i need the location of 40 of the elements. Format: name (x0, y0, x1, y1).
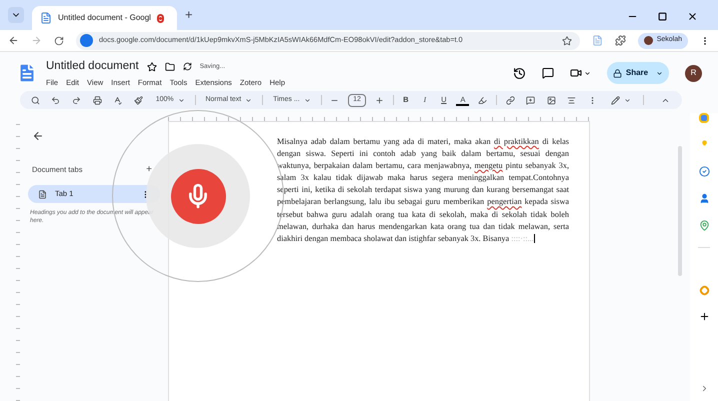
tab-search-button[interactable] (8, 7, 24, 23)
maps-icon (698, 220, 710, 231)
caret-icon (178, 96, 185, 104)
caret-icon (656, 70, 664, 76)
maximize-icon (658, 12, 667, 21)
add-tab-button[interactable]: + (146, 162, 152, 177)
site-info-icon (80, 34, 93, 47)
caret-icon (304, 96, 311, 104)
star-icon (146, 62, 157, 72)
document-paragraph[interactable]: Misalnya adab dalam bertamu yang ada di materi, maka akan di praktikkan di kelas dengan siswa. Seperti ini contoh adab yang baik dalam bertamu, sesuai dengan waktunya, berpakaian dalam bertamu, cara menjawabnya, mengetu pintu sebanyak 3x, salam 3x kalau tidak dijawab maka harus segera meninggalkan tempat.Contohnya seperti ini, ketika di sekolah terdapat siswa yang murung dan kurang bersemangat saat pembelajaran berlangsung, lalu ibu sebagai guru memberikan pengertian kepada siswa tersebut bahwa guru adalah orang tua kata di sekolah, maka di sekolah tidak boleh melawan, durhaka dan harus mendengarkan kata orang tua dan tidak melawan, serta diakhiri dengan membaca sholawat dan istighfar sebanyak 3x. Bisanya ::::·::... (277, 136, 569, 245)
history-icon (513, 66, 526, 80)
tab-title: Untitled document - Googl (58, 12, 151, 24)
contacts-icon (698, 193, 710, 204)
folder-icon (164, 62, 175, 72)
docs-icon (40, 12, 52, 24)
extension-icon (592, 35, 603, 46)
comments-icon (542, 67, 554, 79)
lock-icon (612, 68, 622, 78)
back-arrow-icon (32, 130, 44, 142)
add-addon-icon (698, 311, 710, 322)
share-button[interactable]: Share (607, 62, 669, 84)
bookmark-star-icon (562, 36, 572, 46)
sync-icon (182, 62, 192, 72)
caret-icon (624, 96, 631, 104)
new-tab-button[interactable]: + (185, 4, 193, 24)
caret-icon (584, 70, 591, 76)
account-avatar[interactable]: R (685, 64, 702, 82)
video-call-icon (570, 67, 582, 79)
tasks-icon (698, 166, 710, 177)
docs-logo-icon (16, 62, 38, 84)
close-icon (687, 11, 698, 22)
tab-icon (38, 190, 47, 198)
browser-tab[interactable]: Untitled document - Googl (32, 6, 177, 30)
caret-icon (245, 96, 252, 104)
document-title[interactable]: Untitled document (46, 58, 139, 76)
forward-icon (31, 35, 42, 46)
back-icon (8, 35, 19, 46)
extensions-icon (614, 35, 626, 46)
reload-icon (54, 36, 64, 46)
profile-avatar (644, 36, 653, 45)
